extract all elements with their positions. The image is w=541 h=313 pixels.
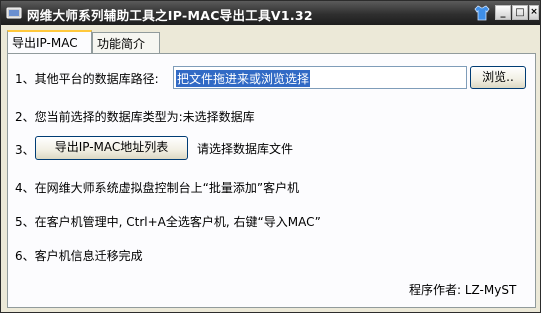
step6-text: 6、客户机信息迁移完成: [15, 249, 143, 263]
title-bar[interactable]: 网维大师系列辅助工具之IP-MAC导出工具V1.32 _ □ ×: [1, 1, 540, 25]
step3-prefix: 3、: [15, 143, 35, 157]
path-input-value: 把文件拖进来或浏览选择: [176, 70, 311, 87]
export-ip-mac-button[interactable]: 导出IP-MAC地址列表: [35, 136, 188, 160]
step5-text: 5、在客户机管理中, Ctrl+A全选客户机, 右键“导入MAC”: [15, 215, 321, 229]
tab-panel: 1、其他平台的数据库路径: 把文件拖进来或浏览选择 浏览.. 2、您当前选择的数…: [7, 53, 536, 308]
tab-export-ip-mac[interactable]: 导出IP-MAC: [7, 30, 92, 53]
tab-feature-intro[interactable]: 功能简介: [92, 32, 160, 53]
author-label: 程序作者: LZ-MyST: [409, 283, 517, 297]
maximize-button[interactable]: □: [512, 5, 528, 20]
step2-text: 2、您当前选择的数据库类型为:未选择数据库: [15, 110, 255, 124]
browse-button[interactable]: 浏览..: [470, 66, 526, 89]
database-path-input[interactable]: 把文件拖进来或浏览选择: [173, 66, 467, 89]
main-window: 网维大师系列辅助工具之IP-MAC导出工具V1.32 _ □ × 导出IP-MA…: [0, 0, 541, 313]
step4-text: 4、在网维大师系统虚拟盘控制台上“批量添加”客户机: [15, 181, 300, 195]
app-icon: [6, 7, 22, 19]
status-text: 请选择数据库文件: [197, 142, 294, 156]
close-button[interactable]: ×: [529, 5, 539, 20]
step1-label: 1、其他平台的数据库路径:: [15, 72, 159, 86]
shirt-icon[interactable]: [473, 4, 491, 22]
window-title: 网维大师系列辅助工具之IP-MAC导出工具V1.32: [27, 8, 313, 23]
minimize-button[interactable]: _: [495, 5, 511, 20]
